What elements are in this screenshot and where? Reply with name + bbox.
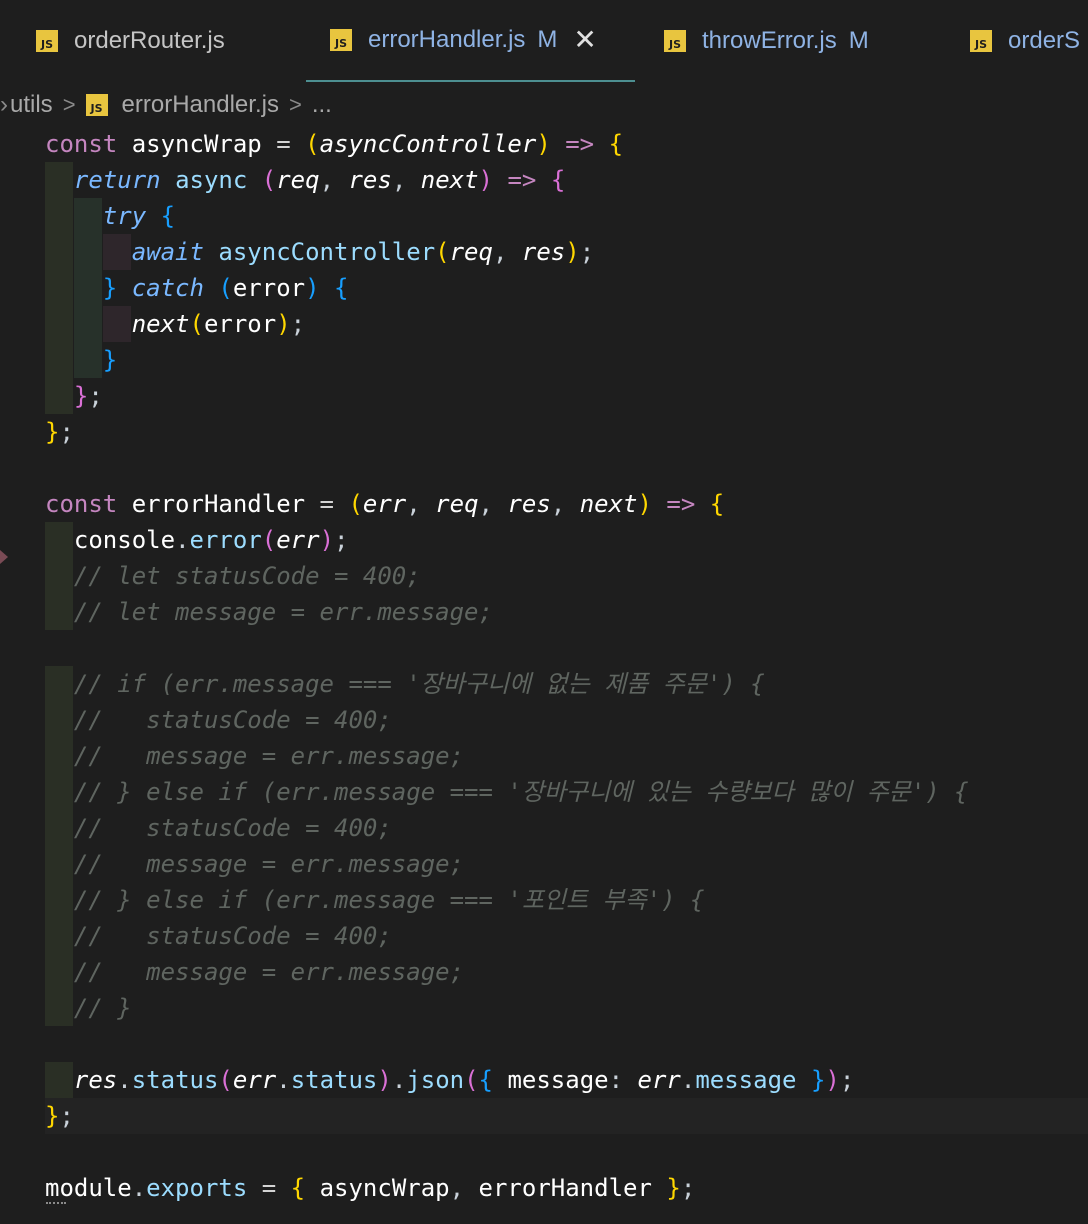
code-line: // } [73, 994, 132, 1022]
code-line: const errorHandler = (err, req, res, nex… [45, 490, 725, 518]
code-editor[interactable]: const asyncWrap = (asyncController) => {… [0, 126, 1088, 1224]
breadcrumb-separator: > [62, 92, 76, 117]
code-line: return async (req, res, next) => { [73, 166, 566, 194]
tab-label: orderS [1008, 27, 1081, 54]
code-line: // } else if (err.message === '장바구니에 있는 … [73, 778, 969, 806]
tab-label: orderRouter.js [74, 27, 225, 54]
code-line: const asyncWrap = (asyncController) => { [45, 130, 624, 158]
breadcrumb-file[interactable]: errorHandler.js [122, 91, 279, 119]
code-line: await asyncController(req, res); [131, 238, 595, 266]
code-line: // statusCode = 400; [73, 922, 392, 950]
modified-indicator: M [537, 26, 558, 53]
chevron-right-icon: › [0, 91, 8, 118]
javascript-file-icon: JS [36, 30, 58, 52]
code-line: }; [45, 418, 74, 446]
current-line-highlight [45, 1098, 1088, 1134]
code-line: } [102, 346, 118, 374]
tab-label: throwError.js [702, 27, 837, 54]
tab-order-s[interactable]: JS orderS [970, 0, 1080, 82]
breadcrumb: › utils > JS errorHandler.js > ... [0, 84, 332, 126]
tab-label: errorHandler.js [368, 26, 526, 53]
modified-indicator: M [848, 27, 869, 54]
code-line: }; [73, 382, 103, 410]
code-line: console.error(err); [73, 526, 349, 554]
breadcrumb-separator: > [288, 92, 302, 117]
code-line: // message = err.message; [73, 742, 465, 770]
javascript-file-icon: JS [664, 30, 686, 52]
javascript-file-icon: JS [330, 29, 352, 51]
code-line: next(error); [131, 310, 306, 338]
code-line: }; [45, 1102, 74, 1130]
tab-order-router[interactable]: JS orderRouter.js [36, 0, 225, 82]
breakpoint-marker[interactable] [0, 550, 8, 564]
code-line: // if (err.message === '장바구니에 없는 제품 주문')… [73, 670, 765, 698]
code-line: res.status(err.status).json({ message: e… [73, 1066, 855, 1094]
code-line: // message = err.message; [73, 958, 465, 986]
code-line: // statusCode = 400; [73, 706, 392, 734]
code-line: // } else if (err.message === '포인트 부족') … [73, 886, 705, 914]
code-line: } catch (error) { [102, 274, 349, 302]
tab-error-handler[interactable]: JS errorHandler.js M ✕ [306, 0, 635, 82]
breadcrumb-symbol[interactable]: ... [312, 91, 332, 119]
javascript-file-icon: JS [85, 94, 108, 116]
breadcrumb-folder[interactable]: utils [10, 91, 53, 119]
code-line: module.exports = { asyncWrap, errorHandl… [45, 1174, 696, 1202]
tab-throw-error[interactable]: JS throwError.js M [664, 0, 869, 82]
editor-tab-bar: JS orderRouter.js JS errorHandler.js M ✕… [0, 0, 1088, 82]
code-line: // let message = err.message; [73, 598, 493, 626]
close-icon[interactable]: ✕ [573, 26, 596, 54]
javascript-file-icon: JS [970, 30, 992, 52]
code-line: // statusCode = 400; [73, 814, 392, 842]
code-line: try { [102, 202, 176, 230]
code-line: // message = err.message; [73, 850, 465, 878]
code-line: // let statusCode = 400; [73, 562, 421, 590]
